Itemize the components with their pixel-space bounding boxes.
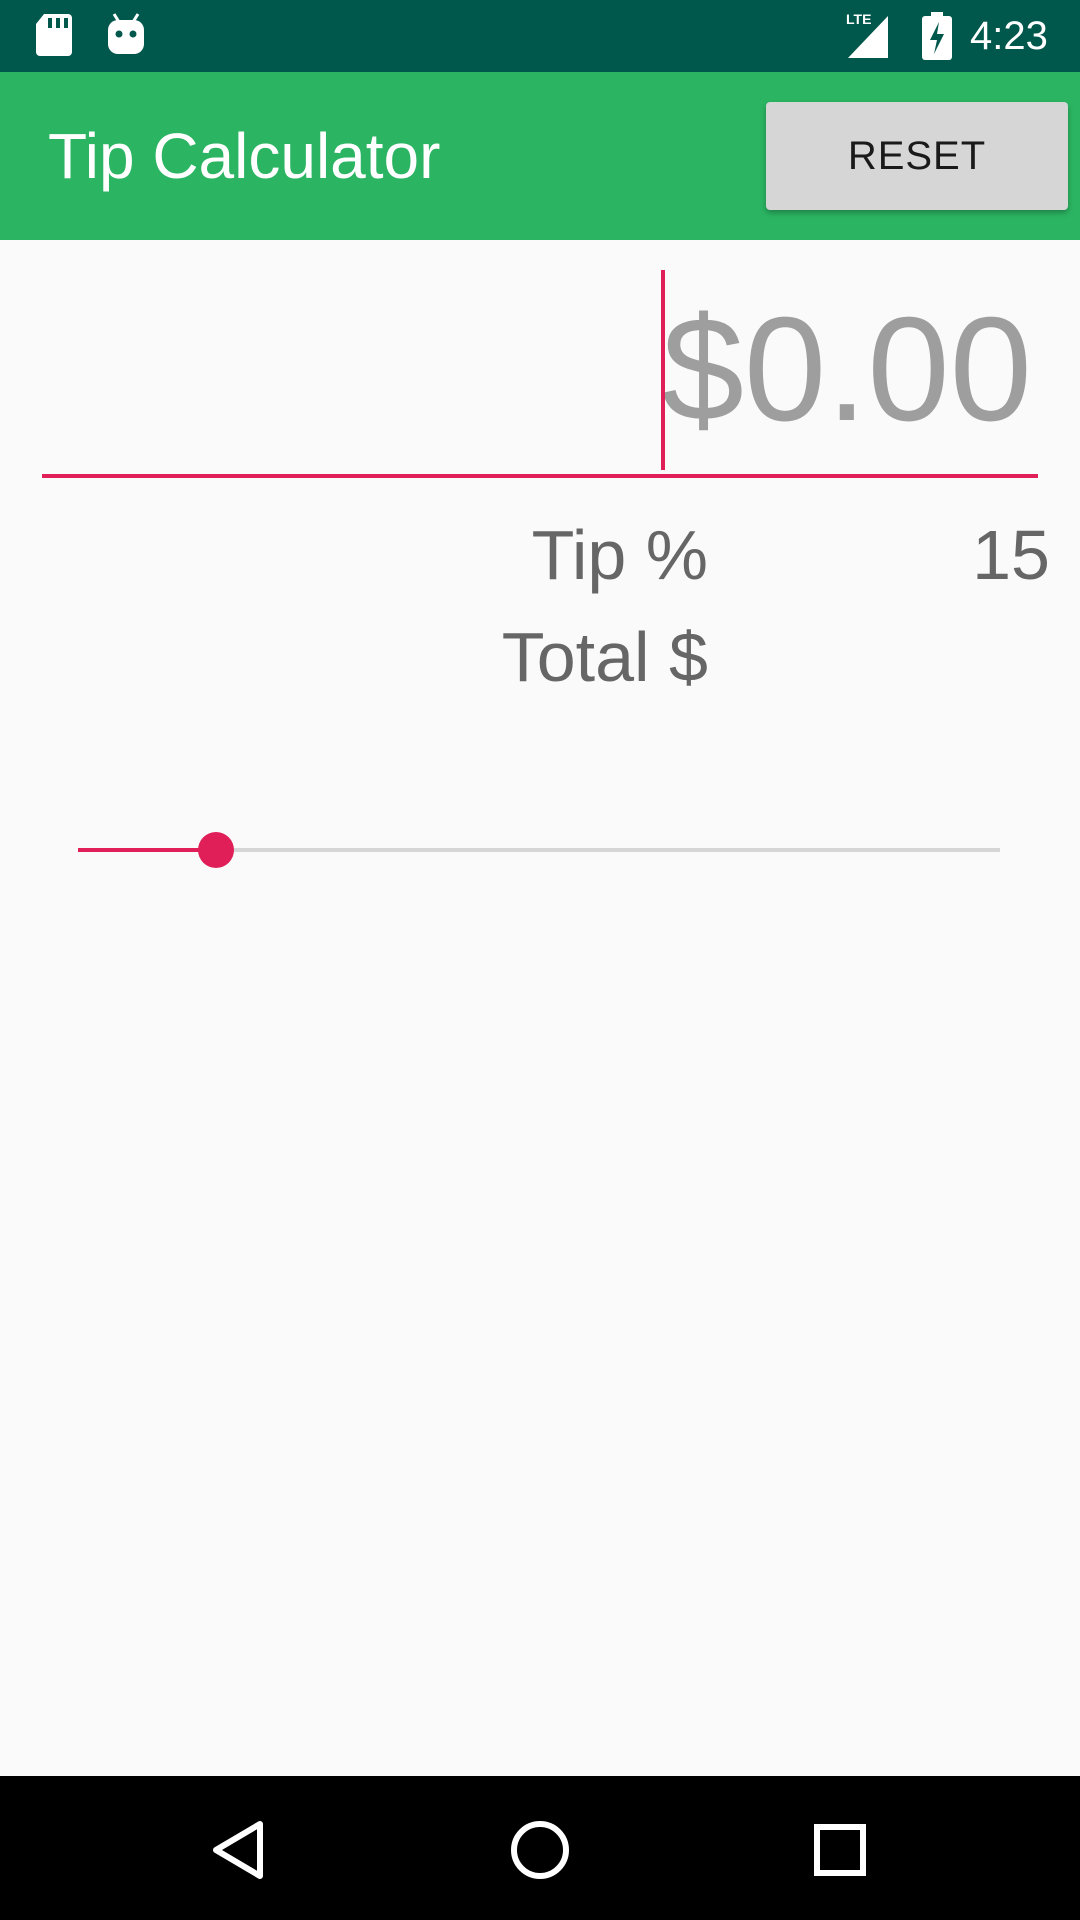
screen: LTE 4:23 Tip Calculator RESET Tip % 15 T…	[0, 0, 1080, 1920]
tip-percent-label: Tip %	[531, 516, 708, 594]
status-time: 4:23	[970, 14, 1048, 58]
reset-button[interactable]: RESET	[766, 102, 1068, 210]
tip-slider[interactable]	[78, 830, 1000, 870]
slider-fill	[78, 848, 217, 852]
navigation-bar	[0, 1776, 1080, 1920]
battery-charging-icon	[922, 12, 952, 65]
home-icon[interactable]	[500, 1810, 580, 1890]
sd-card-icon	[36, 14, 72, 61]
lte-signal-icon: LTE	[846, 10, 890, 65]
app-title: Tip Calculator	[48, 120, 441, 192]
total-label: Total $	[501, 618, 708, 696]
back-icon[interactable]	[200, 1810, 280, 1890]
android-icon	[106, 12, 146, 61]
svg-text:LTE: LTE	[846, 11, 871, 27]
status-bar: LTE 4:23	[0, 0, 1080, 72]
bill-amount-input[interactable]	[42, 266, 1038, 478]
slider-thumb[interactable]	[198, 832, 235, 868]
tip-percent-value: 15	[972, 516, 1050, 594]
text-cursor	[661, 270, 665, 470]
recents-icon[interactable]	[800, 1810, 880, 1890]
